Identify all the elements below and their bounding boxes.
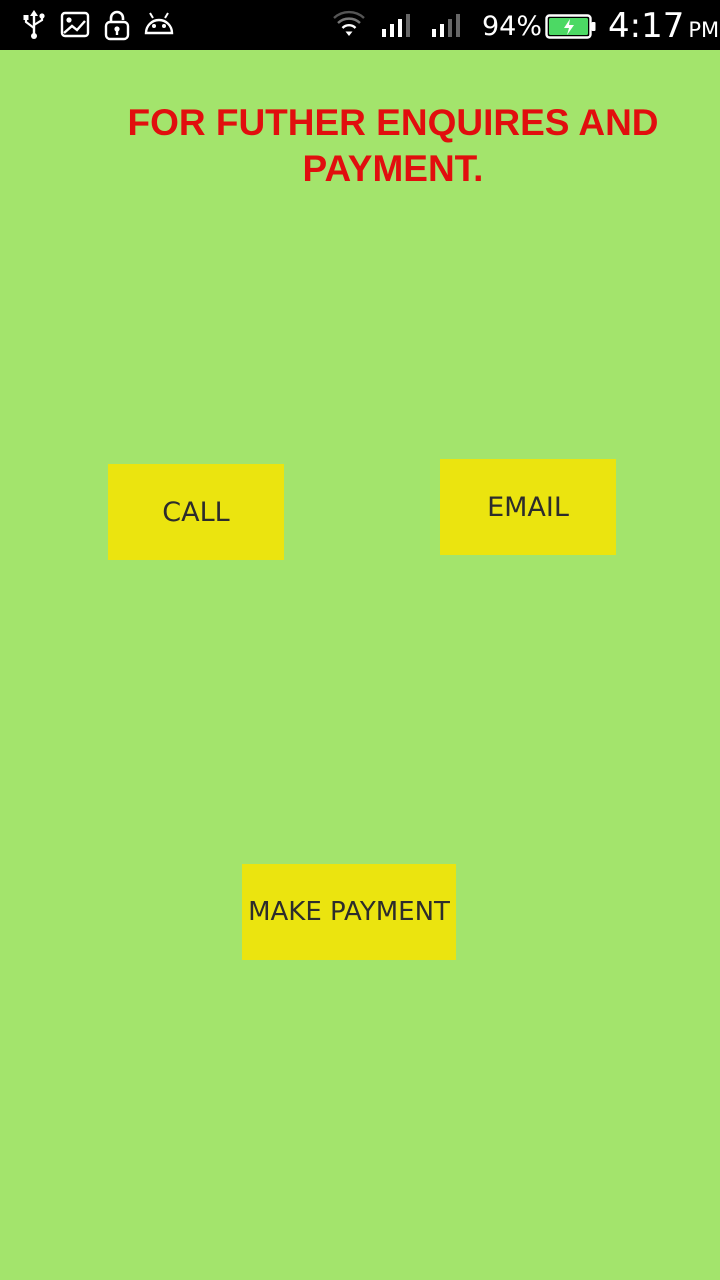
clock: 4:17 PM (608, 6, 719, 46)
email-button[interactable]: EMAIL (440, 459, 616, 555)
usb-icon (20, 10, 48, 40)
status-bar: 94% 4:17 PM (0, 0, 720, 50)
call-button[interactable]: CALL (108, 464, 284, 560)
signal-icon (380, 12, 414, 42)
page-heading: FOR FUTHER ENQUIRES AND PAYMENT. (127, 102, 659, 189)
image-icon (60, 11, 90, 41)
lock-icon (103, 9, 131, 41)
wifi-icon (332, 8, 366, 38)
battery-charging-icon (545, 14, 597, 44)
battery-percent: 94% (482, 11, 543, 42)
signal-icon (430, 12, 464, 42)
android-debug-icon (143, 11, 175, 41)
clock-time: 4:17 (608, 6, 685, 46)
clock-ampm: PM (688, 18, 720, 42)
make-payment-button[interactable]: MAKE PAYMENT (242, 864, 456, 960)
